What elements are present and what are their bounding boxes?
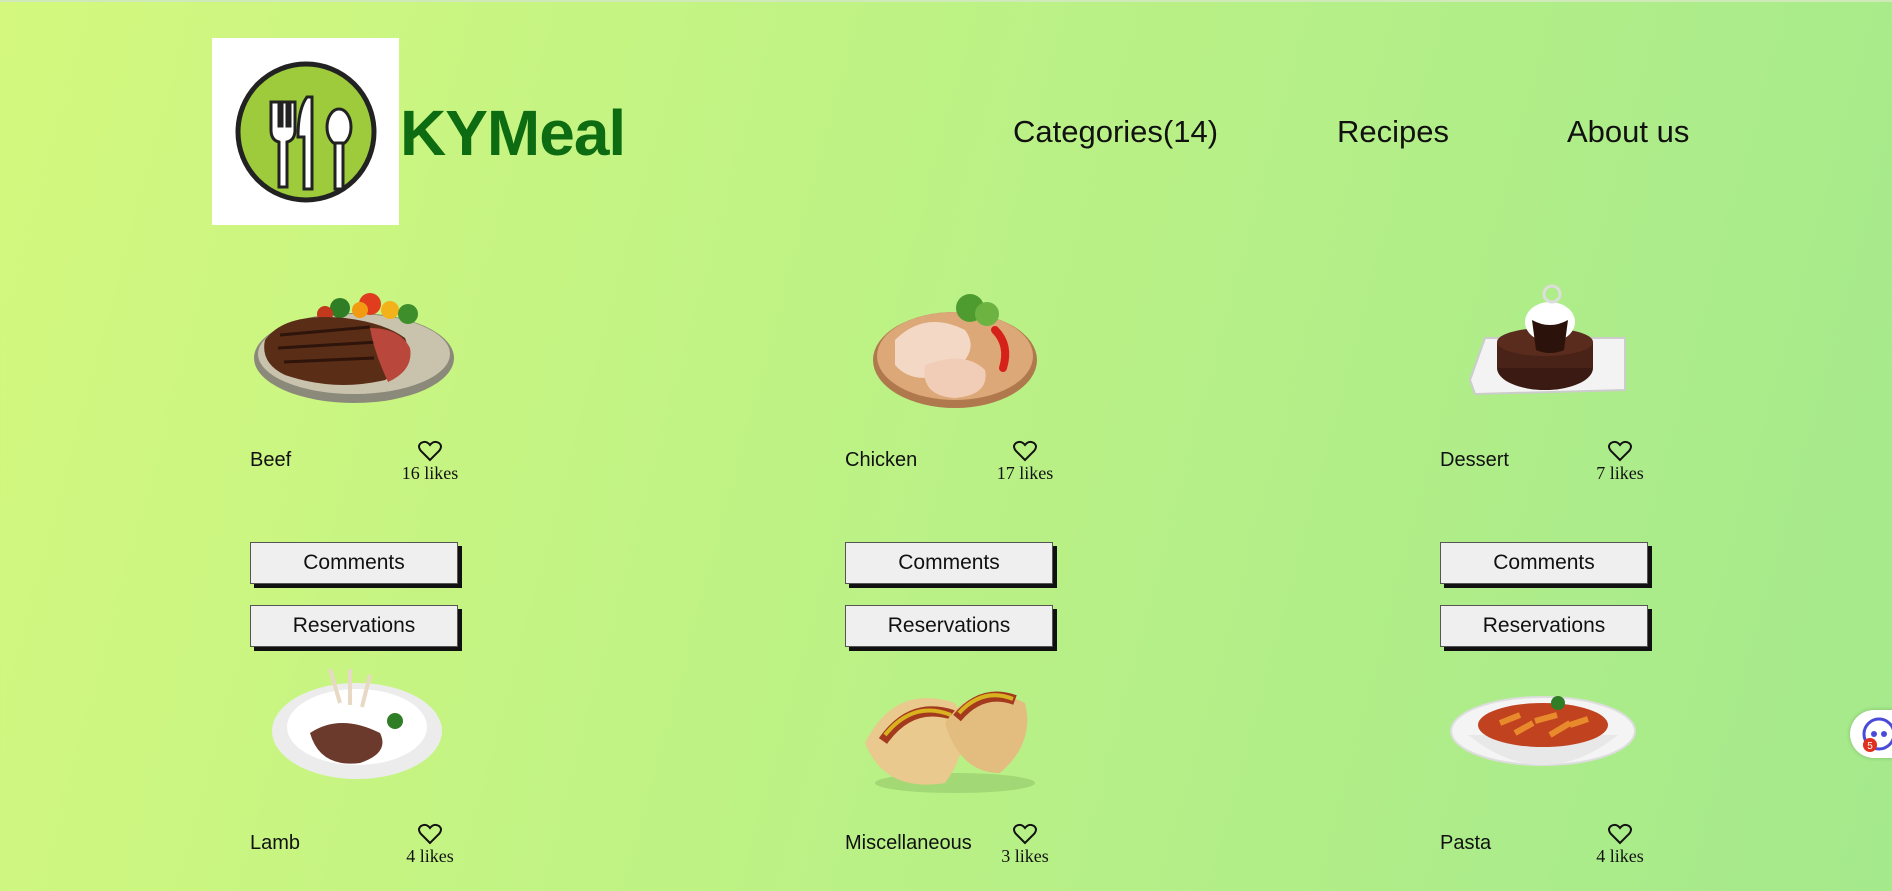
heart-icon[interactable] xyxy=(1608,823,1632,845)
heart-icon[interactable] xyxy=(418,440,442,462)
meal-name: Chicken xyxy=(845,449,918,471)
meal-card-lamb: Lamb 4 likes xyxy=(250,663,470,891)
like-group: 17 likes xyxy=(990,440,1060,484)
meal-name: Dessert xyxy=(1440,449,1509,471)
nav-categories[interactable]: Categories(14) xyxy=(1013,112,1218,152)
heart-icon[interactable] xyxy=(1608,440,1632,462)
like-group: 3 likes xyxy=(990,823,1060,867)
logo[interactable] xyxy=(212,38,399,225)
reservations-button[interactable]: Reservations xyxy=(845,605,1053,647)
likes-count: 7 likes xyxy=(1596,463,1644,483)
like-group: 7 likes xyxy=(1585,440,1655,484)
beef-image xyxy=(254,293,454,403)
reservations-button[interactable]: Reservations xyxy=(1440,605,1648,647)
top-border xyxy=(0,0,1892,2)
chicken-image xyxy=(873,294,1037,408)
nav-about-us[interactable]: About us xyxy=(1567,112,1689,152)
meal-card-dessert: Dessert 7 likes Comments Reservations xyxy=(1440,280,1660,647)
heart-icon[interactable] xyxy=(1013,823,1037,845)
likes-count: 16 likes xyxy=(401,463,459,483)
assistant-icon: 5 xyxy=(1862,717,1892,752)
likes-count: 4 likes xyxy=(1596,846,1644,866)
meal-card-pasta: Pasta 4 likes xyxy=(1440,663,1660,891)
heart-icon[interactable] xyxy=(418,823,442,845)
miscellaneous-image xyxy=(865,691,1035,793)
brand-title: KYMeal xyxy=(400,97,626,169)
meal-card-miscellaneous: Miscellaneous 3 likes xyxy=(845,663,1065,891)
like-group: 4 likes xyxy=(1585,823,1655,867)
meal-card-beef: Beef 16 likes Comments Reservations xyxy=(250,280,470,647)
comments-button[interactable]: Comments xyxy=(250,542,458,584)
meal-name: Beef xyxy=(250,449,292,471)
meal-card-chicken: Chicken 17 likes Comments Reservations xyxy=(845,280,1065,647)
like-group: 16 likes xyxy=(395,440,465,484)
reservations-button[interactable]: Reservations xyxy=(250,605,458,647)
fork-knife-spoon-logo-icon xyxy=(235,61,376,202)
notification-badge: 5 xyxy=(1867,741,1873,752)
assistant-widget[interactable]: 5 xyxy=(1850,710,1892,758)
dessert-image xyxy=(1468,284,1626,396)
likes-count: 3 likes xyxy=(1001,846,1049,866)
likes-count: 4 likes xyxy=(406,846,454,866)
meal-name: Pasta xyxy=(1440,832,1492,854)
nav-recipes[interactable]: Recipes xyxy=(1337,112,1449,152)
comments-button[interactable]: Comments xyxy=(845,542,1053,584)
heart-icon[interactable] xyxy=(1013,440,1037,462)
meal-name: Lamb xyxy=(250,832,301,854)
likes-count: 17 likes xyxy=(996,463,1054,483)
like-group: 4 likes xyxy=(395,823,465,867)
lamb-image xyxy=(272,668,442,779)
pasta-image xyxy=(1450,696,1636,766)
comments-button[interactable]: Comments xyxy=(1440,542,1648,584)
meal-name: Miscellaneous xyxy=(845,832,972,854)
